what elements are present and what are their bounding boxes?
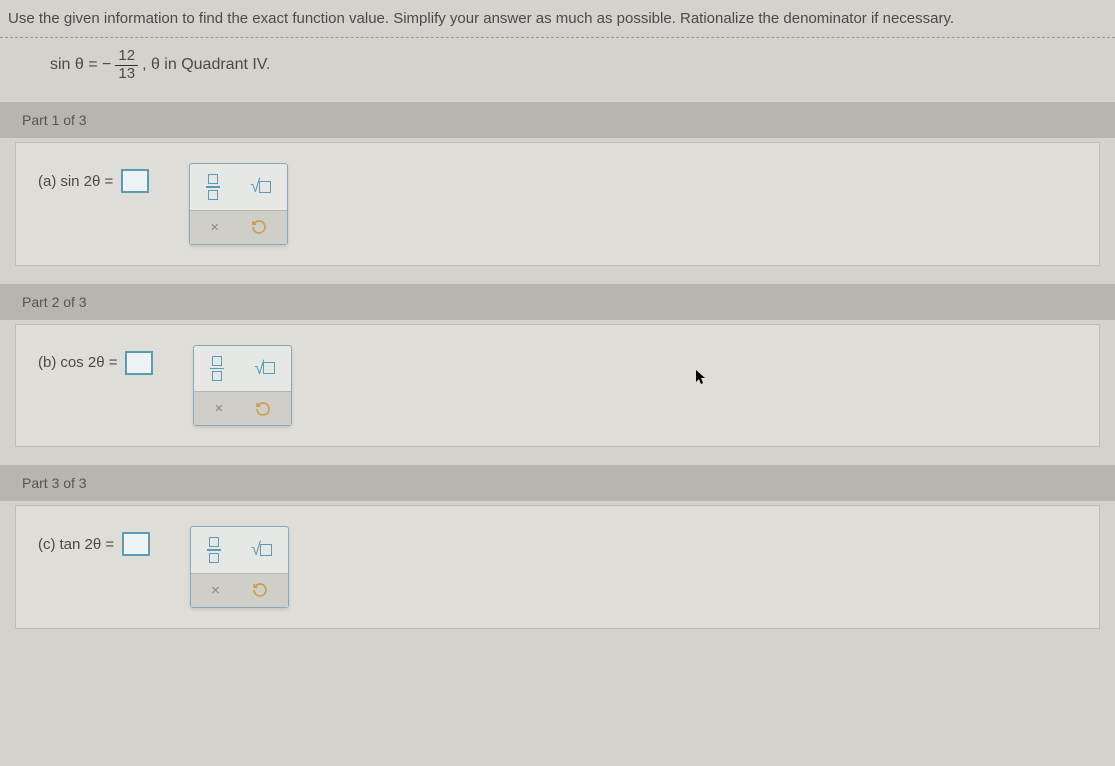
given-information: sin θ = − 12 13 , θ in Quadrant IV.: [0, 38, 1115, 102]
reset-button[interactable]: [255, 401, 271, 417]
reset-button[interactable]: [252, 582, 268, 598]
part-body-1: (a) sin 2θ = √ ×: [15, 142, 1100, 266]
sqrt-box-icon: [263, 362, 275, 374]
given-fraction: 12 13: [115, 48, 138, 82]
instructions-text: Use the given information to find the ex…: [0, 0, 1115, 38]
fraction-icon: [207, 537, 221, 563]
label-prefix-a: (a): [38, 173, 56, 190]
part-body-2: (b) cos 2θ = √ ×: [15, 324, 1100, 448]
tool-panel-c: √ ×: [190, 526, 289, 608]
clear-button[interactable]: ×: [210, 219, 219, 236]
fraction-icon: [210, 356, 224, 382]
undo-icon: [255, 401, 271, 417]
label-prefix-c: (c): [38, 536, 56, 553]
sqrt-tool-button[interactable]: √: [251, 539, 272, 560]
fraction-tool-button[interactable]: [207, 537, 221, 563]
tool-row-top-c: √: [191, 527, 288, 573]
tool-row-bottom-c: ×: [191, 573, 288, 607]
part-header-2: Part 2 of 3: [0, 284, 1115, 320]
clear-button[interactable]: ×: [211, 582, 220, 599]
answer-input-b[interactable]: [125, 351, 153, 375]
question-b: (b) cos 2θ =: [38, 345, 153, 375]
label-prefix-b: (b): [38, 354, 56, 371]
question-c: (c) tan 2θ =: [38, 526, 150, 556]
label-func-a: sin 2θ =: [60, 173, 113, 190]
fraction-tool-button[interactable]: [210, 356, 224, 382]
fraction-tool-button[interactable]: [206, 174, 220, 200]
tool-panel-a: √ ×: [189, 163, 288, 245]
given-prefix: sin θ = −: [50, 56, 111, 74]
label-func-c: tan 2θ =: [60, 536, 115, 553]
tool-row-bottom-b: ×: [194, 391, 291, 425]
label-func-b: cos 2θ =: [60, 354, 117, 371]
tool-row-bottom-a: ×: [190, 210, 287, 244]
answer-input-a[interactable]: [121, 169, 149, 193]
sqrt-tool-button[interactable]: √: [250, 176, 271, 197]
clear-button[interactable]: ×: [214, 400, 223, 417]
sqrt-box-icon: [260, 544, 272, 556]
fraction-denominator: 13: [115, 66, 138, 83]
fraction-icon: [206, 174, 220, 200]
reset-button[interactable]: [251, 219, 267, 235]
given-suffix: , θ in Quadrant IV.: [142, 56, 270, 74]
tool-panel-b: √ ×: [193, 345, 292, 427]
tool-row-top-a: √: [190, 164, 287, 210]
part-header-3: Part 3 of 3: [0, 465, 1115, 501]
undo-icon: [251, 219, 267, 235]
part-body-3: (c) tan 2θ = √ ×: [15, 505, 1100, 629]
part-header-1: Part 1 of 3: [0, 102, 1115, 138]
sqrt-box-icon: [259, 181, 271, 193]
tool-row-top-b: √: [194, 346, 291, 392]
fraction-numerator: 12: [115, 48, 138, 66]
answer-input-c[interactable]: [122, 532, 150, 556]
sqrt-tool-button[interactable]: √: [254, 358, 275, 379]
question-a: (a) sin 2θ =: [38, 163, 149, 193]
undo-icon: [252, 582, 268, 598]
